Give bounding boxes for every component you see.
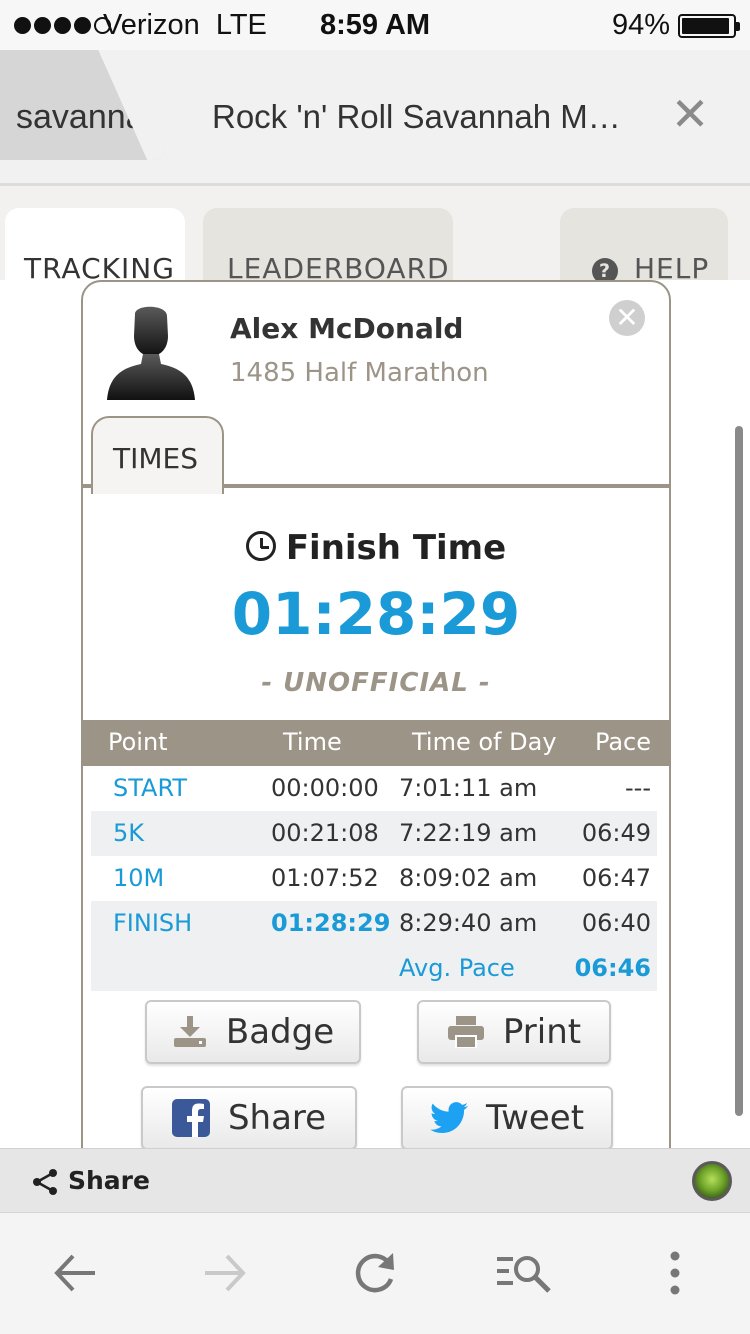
close-tab-icon[interactable]: ✕ xyxy=(670,91,710,137)
web-page: TRACKING LEADERBOARD ? HELP Alex McDonal… xyxy=(0,186,750,1148)
clock-icon xyxy=(245,531,276,561)
close-card-icon[interactable]: ✕ xyxy=(609,300,645,336)
share-bar: Share xyxy=(0,1148,750,1212)
battery-icon xyxy=(678,14,740,38)
column-header-time-of-day: Time of Day xyxy=(412,728,557,756)
share-icon[interactable] xyxy=(32,1169,58,1195)
avg-pace-value: 06:46 xyxy=(574,954,651,982)
avg-pace-row: Avg. Pace 06:46 xyxy=(91,946,657,991)
print-button[interactable]: Print xyxy=(417,1000,611,1064)
table-row: FINISH 01:28:29 8:29:40 am 06:40 xyxy=(91,901,657,946)
split-pace: --- xyxy=(625,774,651,802)
result-status: - UNOFFICIAL - xyxy=(261,668,491,698)
split-pace: 06:47 xyxy=(581,864,651,892)
back-icon[interactable] xyxy=(45,1243,105,1303)
split-point[interactable]: 10M xyxy=(113,864,164,892)
split-time-of-day: 8:29:40 am xyxy=(399,909,538,937)
tab-help[interactable]: ? HELP xyxy=(560,208,728,288)
runner-bib-race: 1485 Half Marathon xyxy=(230,358,489,388)
finish-time-heading: Finish Time xyxy=(83,528,669,568)
menu-icon[interactable] xyxy=(645,1243,705,1303)
print-button-label: Print xyxy=(502,1012,582,1052)
split-time-of-day: 8:09:02 am xyxy=(399,864,538,892)
forward-icon[interactable] xyxy=(195,1243,255,1303)
finish-time-value: 01:28:29 xyxy=(231,580,521,648)
split-pace: 06:49 xyxy=(581,819,651,847)
battery-percentage: 94% xyxy=(611,9,670,41)
browser-tab-inactive-label: savannah xyxy=(16,98,164,136)
browser-tab-strip: savannah Rock 'n' Roll Savannah M… ✕ xyxy=(0,50,750,185)
status-bar: Verizon LTE 8:59 AM 94% xyxy=(0,0,750,50)
download-icon xyxy=(173,1016,206,1047)
twitter-bird-icon xyxy=(429,1102,468,1134)
browser-nav-bar xyxy=(0,1212,750,1334)
tab-times-label: TIMES xyxy=(113,442,198,475)
badge-button-label: Badge xyxy=(225,1012,335,1052)
split-point[interactable]: FINISH xyxy=(113,909,192,937)
printer-icon xyxy=(447,1016,484,1048)
split-time: 01:07:52 xyxy=(271,864,379,892)
split-time: 01:28:29 xyxy=(271,909,391,937)
avg-pace-label: Avg. Pace xyxy=(399,954,515,982)
facebook-share-label: Share xyxy=(227,1098,327,1138)
split-time-of-day: 7:22:19 am xyxy=(399,819,538,847)
splits-table: Point Time Time of Day Pace START 00:00:… xyxy=(83,720,669,991)
runner-card: Alex McDonald 1485 Half Marathon ✕ TIMES… xyxy=(81,280,671,1148)
facebook-share-button[interactable]: Share xyxy=(141,1086,357,1148)
split-point[interactable]: START xyxy=(113,774,187,802)
status-indicator-icon[interactable] xyxy=(692,1161,732,1201)
tweet-button[interactable]: Tweet xyxy=(401,1086,613,1148)
split-point[interactable]: 5K xyxy=(113,819,144,847)
finish-time-label: Finish Time xyxy=(285,528,507,568)
browser-tab-inactive[interactable]: savannah xyxy=(0,50,165,160)
column-header-time: Time xyxy=(283,728,342,756)
runner-name: Alex McDonald xyxy=(230,312,464,345)
facebook-icon xyxy=(171,1099,210,1137)
reload-icon[interactable] xyxy=(345,1243,405,1303)
split-time: 00:21:08 xyxy=(271,819,379,847)
table-row: 5K 00:21:08 7:22:19 am 06:49 xyxy=(91,811,657,856)
tab-leaderboard[interactable]: LEADERBOARD xyxy=(203,208,453,288)
column-header-pace: Pace xyxy=(594,728,651,756)
avatar xyxy=(107,306,195,400)
browser-tab-active-title[interactable]: Rock 'n' Roll Savannah M… xyxy=(212,98,621,136)
split-pace: 06:40 xyxy=(581,909,651,937)
table-row: 10M 01:07:52 8:09:02 am 06:47 xyxy=(91,856,657,901)
split-time: 00:00:00 xyxy=(271,774,379,802)
column-header-point: Point xyxy=(108,728,168,756)
badge-button[interactable]: Badge xyxy=(145,1000,361,1064)
page-scrollbar[interactable] xyxy=(735,426,743,1116)
tab-tracking[interactable]: TRACKING xyxy=(5,208,185,288)
splits-table-header: Point Time Time of Day Pace xyxy=(83,720,669,766)
table-row: START 00:00:00 7:01:11 am --- xyxy=(91,766,657,811)
split-time-of-day: 7:01:11 am xyxy=(399,774,538,802)
share-label[interactable]: Share xyxy=(68,1166,150,1195)
tweet-button-label: Tweet xyxy=(485,1098,585,1138)
find-in-page-icon[interactable] xyxy=(495,1243,555,1303)
